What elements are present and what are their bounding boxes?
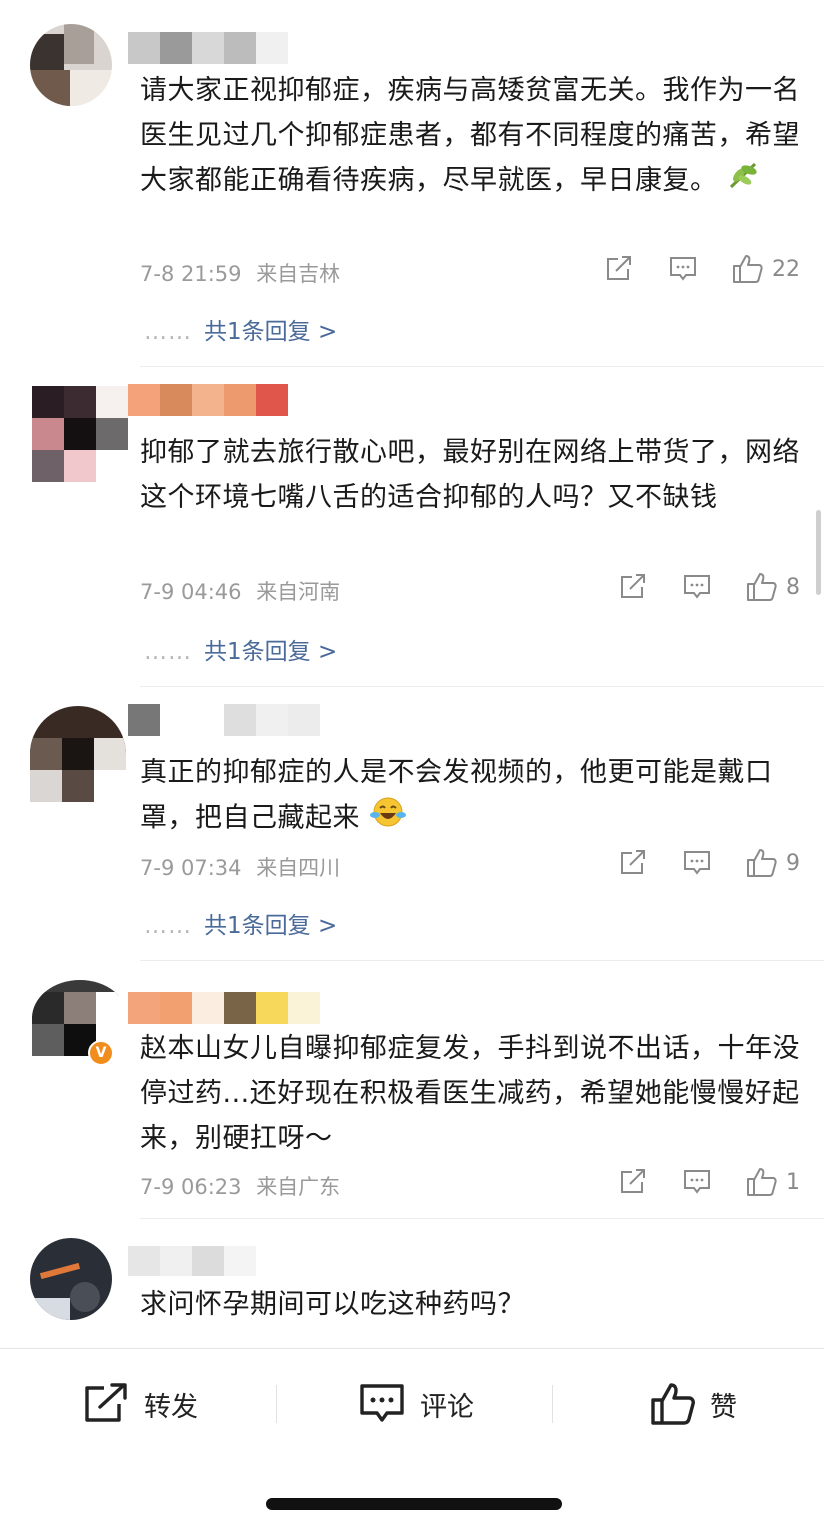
divider <box>140 366 824 367</box>
view-replies-link[interactable]: …… 共1条回复 > <box>144 906 337 940</box>
username-redacted[interactable] <box>128 384 288 416</box>
like-bar-button[interactable]: 赞 <box>650 1379 737 1429</box>
comment-meta: 7-8 21:59 来自吉林 <box>140 258 340 288</box>
comment-label: 评论 <box>420 1391 474 1423</box>
laugh-cry-emoji <box>369 795 407 843</box>
repost-button[interactable] <box>604 255 634 283</box>
comment-actions: 9 <box>584 848 800 878</box>
view-replies-link[interactable]: …… 共1条回复 > <box>144 312 337 346</box>
verified-badge: V <box>88 1040 114 1066</box>
leaf-emoji <box>727 159 761 204</box>
like-icon <box>747 849 777 877</box>
repost-icon <box>621 1169 645 1193</box>
avatar[interactable] <box>30 1238 112 1320</box>
comment-icon <box>684 575 710 599</box>
comment-text: 真正的抑郁症的人是不会发视频的，他更可能是戴口罩，把自己藏起来 <box>140 750 800 843</box>
username-redacted[interactable] <box>128 704 320 736</box>
comment-location: 来自广东 <box>256 1175 341 1199</box>
comment-text: 请大家正视抑郁症，疾病与高矮贫富无关。我作为一名医生见过几个抑郁症患者，都有不同… <box>140 68 800 204</box>
like-count: 1 <box>786 1169 800 1195</box>
like-icon <box>733 255 763 283</box>
avatar[interactable] <box>32 386 128 482</box>
comment-location: 来自河南 <box>256 580 341 604</box>
like-icon <box>651 1383 695 1425</box>
comment-time: 7-9 07:34 <box>140 856 242 880</box>
repost-icon <box>621 850 645 874</box>
comment-time: 7-8 21:59 <box>140 262 242 286</box>
like-count: 8 <box>786 574 800 600</box>
divider <box>140 1218 824 1219</box>
comment-time: 7-9 04:46 <box>140 580 242 604</box>
repost-icon <box>621 574 645 598</box>
comment-text: 抑郁了就去旅行散心吧，最好别在网络上带货了，网络这个环境七嘴八舌的适合抑郁的人吗… <box>140 437 800 513</box>
repost-button[interactable] <box>618 849 648 877</box>
home-indicator[interactable] <box>266 1498 562 1510</box>
comment-text: 求问怀孕期间可以吃这种药吗？ <box>140 1289 525 1320</box>
like-icon <box>747 1168 777 1196</box>
like-count: 9 <box>786 850 800 876</box>
comment-icon <box>684 851 710 875</box>
comment-button[interactable] <box>682 573 712 601</box>
like-icon <box>747 573 777 601</box>
comment-bar-button[interactable]: 评论 <box>358 1379 474 1429</box>
comment-meta: 7-9 04:46 来自河南 <box>140 576 340 606</box>
repost-bar-button[interactable]: 转发 <box>82 1379 198 1429</box>
like-button[interactable]: 8 <box>746 572 800 602</box>
like-button[interactable]: 22 <box>732 254 800 284</box>
like-button[interactable]: 1 <box>746 1167 800 1197</box>
divider <box>140 960 824 961</box>
comment-actions: 22 <box>570 254 800 284</box>
comment-actions: 8 <box>584 572 800 602</box>
repost-button[interactable] <box>618 1168 648 1196</box>
comment-icon <box>360 1384 404 1422</box>
comment-time: 7-9 06:23 <box>140 1175 242 1199</box>
repost-button[interactable] <box>618 573 648 601</box>
username-redacted[interactable] <box>128 32 288 64</box>
divider <box>552 1385 553 1423</box>
divider <box>140 686 824 687</box>
comment-icon <box>684 1170 710 1194</box>
username-redacted[interactable] <box>128 992 320 1024</box>
comment-location: 来自四川 <box>256 856 341 880</box>
like-label: 赞 <box>710 1391 737 1423</box>
comment-icon <box>670 257 696 281</box>
avatar[interactable] <box>30 706 126 802</box>
comment-button[interactable] <box>668 255 698 283</box>
comment-button[interactable] <box>682 849 712 877</box>
divider <box>276 1385 277 1423</box>
like-count: 22 <box>772 256 800 282</box>
comment-actions: 1 <box>584 1167 800 1197</box>
repost-icon <box>607 256 631 280</box>
view-replies-link[interactable]: …… 共1条回复 > <box>144 632 337 666</box>
comment-meta: 7-9 07:34 来自四川 <box>140 852 340 882</box>
repost-label: 转发 <box>144 1391 198 1423</box>
comment-button[interactable] <box>682 1168 712 1196</box>
like-button[interactable]: 9 <box>746 848 800 878</box>
scrollbar[interactable] <box>816 510 821 595</box>
comment-location: 来自吉林 <box>256 262 341 286</box>
username-redacted[interactable] <box>128 1246 256 1276</box>
comment-meta: 7-9 06:23 来自广东 <box>140 1171 340 1201</box>
avatar[interactable] <box>30 24 112 106</box>
avatar[interactable] <box>32 980 128 1056</box>
comment-text: 赵本山女儿自曝抑郁症复发，手抖到说不出话，十年没停过药...还好现在积极看医生减… <box>140 1033 800 1154</box>
repost-icon <box>85 1383 127 1422</box>
